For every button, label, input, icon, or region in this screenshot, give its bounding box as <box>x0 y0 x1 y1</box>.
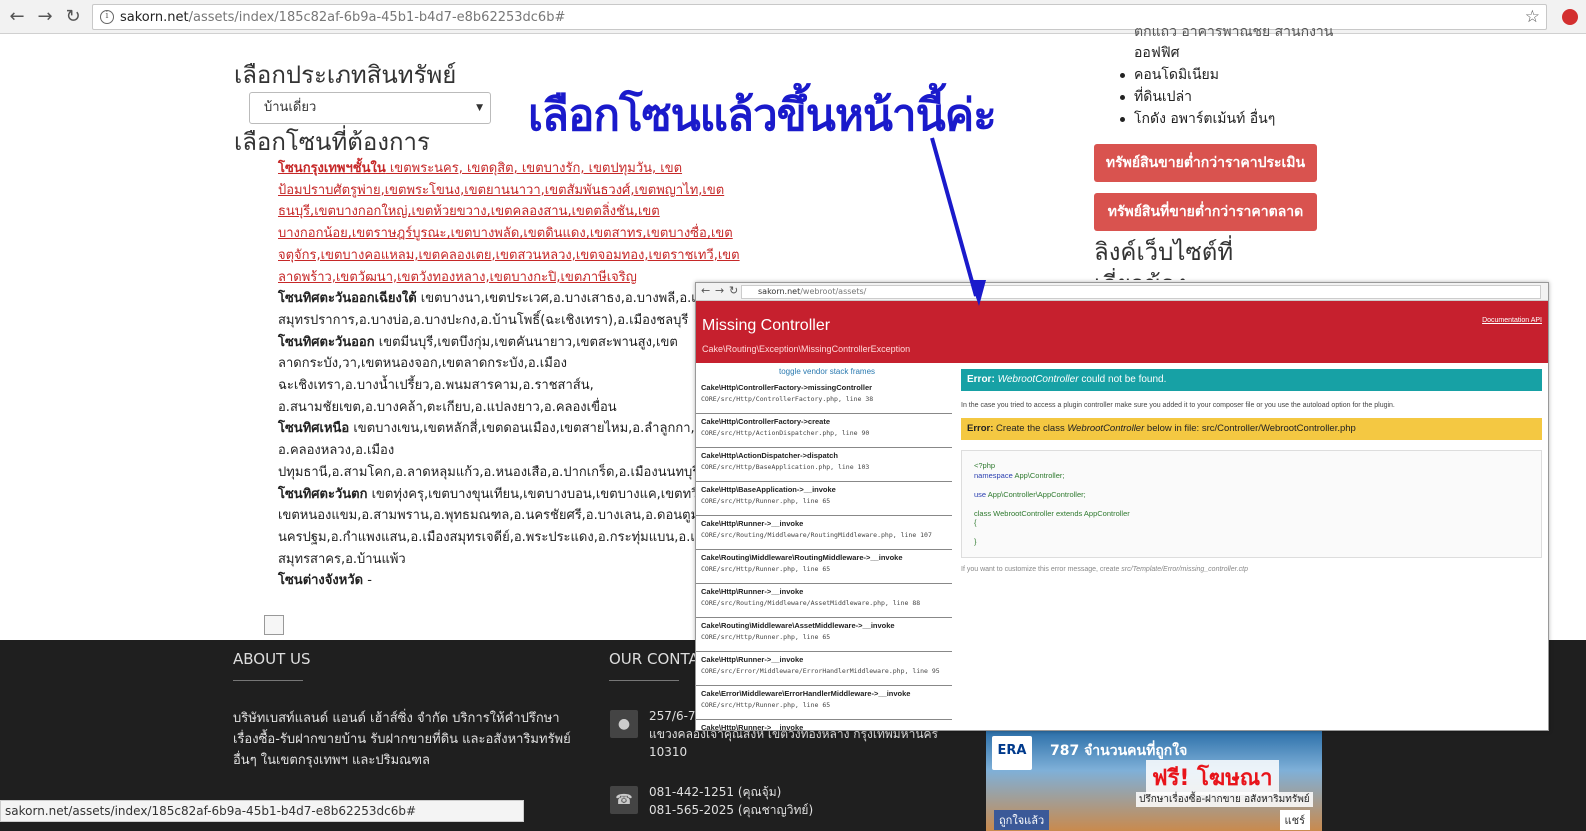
zone-list: โซนกรุงเทพฯชั้นใน เขตพระนคร, เขตดุสิต, เ… <box>278 158 970 592</box>
stack-frame: Cake\Routing\Middleware\AssetMiddleware-… <box>696 618 952 652</box>
zone-east[interactable]: โซนทิศตะวันออก เขตมีนบุรี,เขตบึงกุ่ม,เขต… <box>278 332 748 419</box>
asset-type-list: ตึกแถว อาคารพาณิชย์ สำนักงาน ออฟฟิศ คอนโ… <box>1118 28 1333 130</box>
below-market-button[interactable]: ทรัพย์สินที่ขายต่ำกว่าราคาตลาด <box>1094 193 1317 231</box>
error-exception: Cake\Routing\Exception\MissingController… <box>702 344 911 354</box>
back-icon[interactable]: ← <box>6 6 28 28</box>
share-button[interactable]: แชร์ <box>1279 810 1310 830</box>
inset-browser-toolbar: ← → ↻ sakorn.net/webroot/assets/ <box>696 283 1548 301</box>
about-text: บริษัทเบสท์แลนด์ แอนด์ เฮ้าส์ซิ่ง จำกัด … <box>233 711 571 768</box>
list-item-land[interactable]: ที่ดินเปล่า <box>1118 86 1333 108</box>
zone-west[interactable]: โซนทิศตะวันตก เขตทุ่งครุ,เขตบางขุนเทียน,… <box>278 484 748 571</box>
extension-icon[interactable] <box>1562 9 1578 25</box>
stack-frame: Cake\Http\Runner->__invoke CORE/src/Error… <box>696 652 952 686</box>
browser-toolbar: ← → ↻ i sakorn.net/assets/index/185c82af… <box>0 0 1586 34</box>
ad-free-text: ฟรี! โฆษณา <box>1146 760 1279 795</box>
inset-reload-icon: ↻ <box>729 284 739 297</box>
about-heading: ABOUT US <box>233 650 311 668</box>
location-icon: ● <box>610 710 638 738</box>
inset-back-icon: ← <box>701 284 711 297</box>
zone-heading: เลือกโซนที่ต้องการ <box>234 128 430 156</box>
contact-divider <box>609 680 679 681</box>
list-item-office[interactable]: ออฟฟิศ <box>1118 42 1333 64</box>
list-item-partial[interactable]: ตึกแถว อาคารพาณิชย์ สำนักงาน <box>1118 28 1333 42</box>
forward-icon[interactable]: → <box>34 6 56 28</box>
broken-image-icon <box>264 615 284 635</box>
facebook-ad-banner[interactable]: ERA 787 จำนวนคนที่ถูกใจ ฟรี! โฆษณา ปรึกษ… <box>986 730 1322 831</box>
inset-address-bar: sakorn.net/webroot/assets/ <box>741 285 1541 299</box>
zone-bangkok-inner[interactable]: โซนกรุงเทพฯชั้นใน เขตพระนคร, เขตดุสิต, เ… <box>278 158 748 288</box>
category-select[interactable]: บ้านเดี่ยว ▼ <box>249 92 491 124</box>
dropdown-arrow-icon: ▼ <box>476 103 483 113</box>
stack-frame: Cake\Routing\Middleware\RoutingMiddlewar… <box>696 550 952 584</box>
doc-api-links: Documentation API <box>1482 317 1542 324</box>
list-item-warehouse[interactable]: โกดัง อพาร์ตเม้นท์ อื่นๆ <box>1118 108 1333 130</box>
code-snippet: <?php namespace App\Controller; use App\… <box>961 450 1542 558</box>
stack-frame: Cake\Error\Middleware\ErrorHandlerMiddle… <box>696 686 952 720</box>
stack-frame: Cake\Http\Runner->__invoke CORE/src/Routi… <box>696 584 952 618</box>
category-heading: เลือกประเภทสินทรัพย์ <box>234 61 457 89</box>
inset-forward-icon: → <box>715 284 725 297</box>
error-info-text: In the case you tried to access a plugin… <box>961 402 1395 409</box>
stack-frame: Cake\Http\ActionDispatcher->dispatch CORE… <box>696 448 952 482</box>
error-not-found-banner: Error: WebrootController could not be fo… <box>961 369 1542 391</box>
bookmark-star-icon[interactable]: ☆ <box>1525 7 1540 27</box>
stack-frame: Cake\Http\Runner->__invoke <box>696 720 952 730</box>
related-links-heading: ลิงค์เว็บไซต์ที่ เกี่ยวข้อง <box>1094 238 1234 280</box>
zone-provinces[interactable]: โซนต่างจังหวัด - <box>278 570 748 592</box>
zone-southeast[interactable]: โซนทิศตะวันออกเฉียงใต้ เขตบางนา,เขตประเว… <box>278 288 748 331</box>
list-item-condo[interactable]: คอนโดมิเนียม <box>1118 64 1333 86</box>
stack-frame: Cake\Http\Runner->__invoke CORE/src/Routi… <box>696 516 952 550</box>
ad-subtext: ปรึกษาเรื่องซื้อ-ฝากขาย อสังหาริมทรัพย์ <box>1136 792 1313 807</box>
stack-frame: Cake\Http\ControllerFactory->missingCont… <box>696 380 952 414</box>
below-appraisal-button[interactable]: ทรัพย์สินขายต่ำกว่าราคาประเมิน <box>1094 144 1317 182</box>
address-bar[interactable]: i sakorn.net/assets/index/185c82af-6b9a-… <box>92 4 1547 30</box>
error-create-class-banner: Error: Create the class WebrootControlle… <box>961 418 1542 440</box>
annotation-arrow-icon <box>930 137 986 306</box>
stack-frame: Cake\Http\BaseApplication->__invoke CORE/… <box>696 482 952 516</box>
zone-north[interactable]: โซนทิศเหนือ เขตบางเขน,เขตหลักสี่,เขตดอนเ… <box>278 418 970 483</box>
phone-icon: ☎ <box>610 786 638 814</box>
error-footer-note: If you want to customize this error mess… <box>961 566 1248 573</box>
toggle-vendor-frames: toggle vendor stack frames <box>779 367 876 376</box>
stack-trace: Cake\Http\ControllerFactory->missingCont… <box>696 380 952 730</box>
about-divider <box>233 680 303 681</box>
error-header: Missing Controller Cake\Routing\Exceptio… <box>696 301 1548 363</box>
era-logo: ERA <box>992 736 1032 770</box>
info-icon[interactable]: i <box>100 10 114 24</box>
stack-frame: Cake\Http\ControllerFactory->create CORE/… <box>696 414 952 448</box>
contact-phones: 081-442-1251 (คุณจุ้ม) 081-565-2025 (คุณ… <box>649 785 814 817</box>
reload-icon[interactable]: ↻ <box>62 6 84 28</box>
ad-likes-text: 787 จำนวนคนที่ถูกใจ <box>1050 743 1188 759</box>
category-select-value: บ้านเดี่ยว <box>264 100 317 115</box>
status-bar: sakorn.net/assets/index/185c82af-6b9a-45… <box>0 800 524 822</box>
url-text: sakorn.net/assets/index/185c82af-6b9a-45… <box>120 10 566 25</box>
error-page-screenshot: ← → ↻ sakorn.net/webroot/assets/ Missing… <box>695 282 1549 731</box>
error-title: Missing Controller <box>702 317 831 334</box>
like-button[interactable]: ถูกใจแล้ว <box>994 810 1050 830</box>
